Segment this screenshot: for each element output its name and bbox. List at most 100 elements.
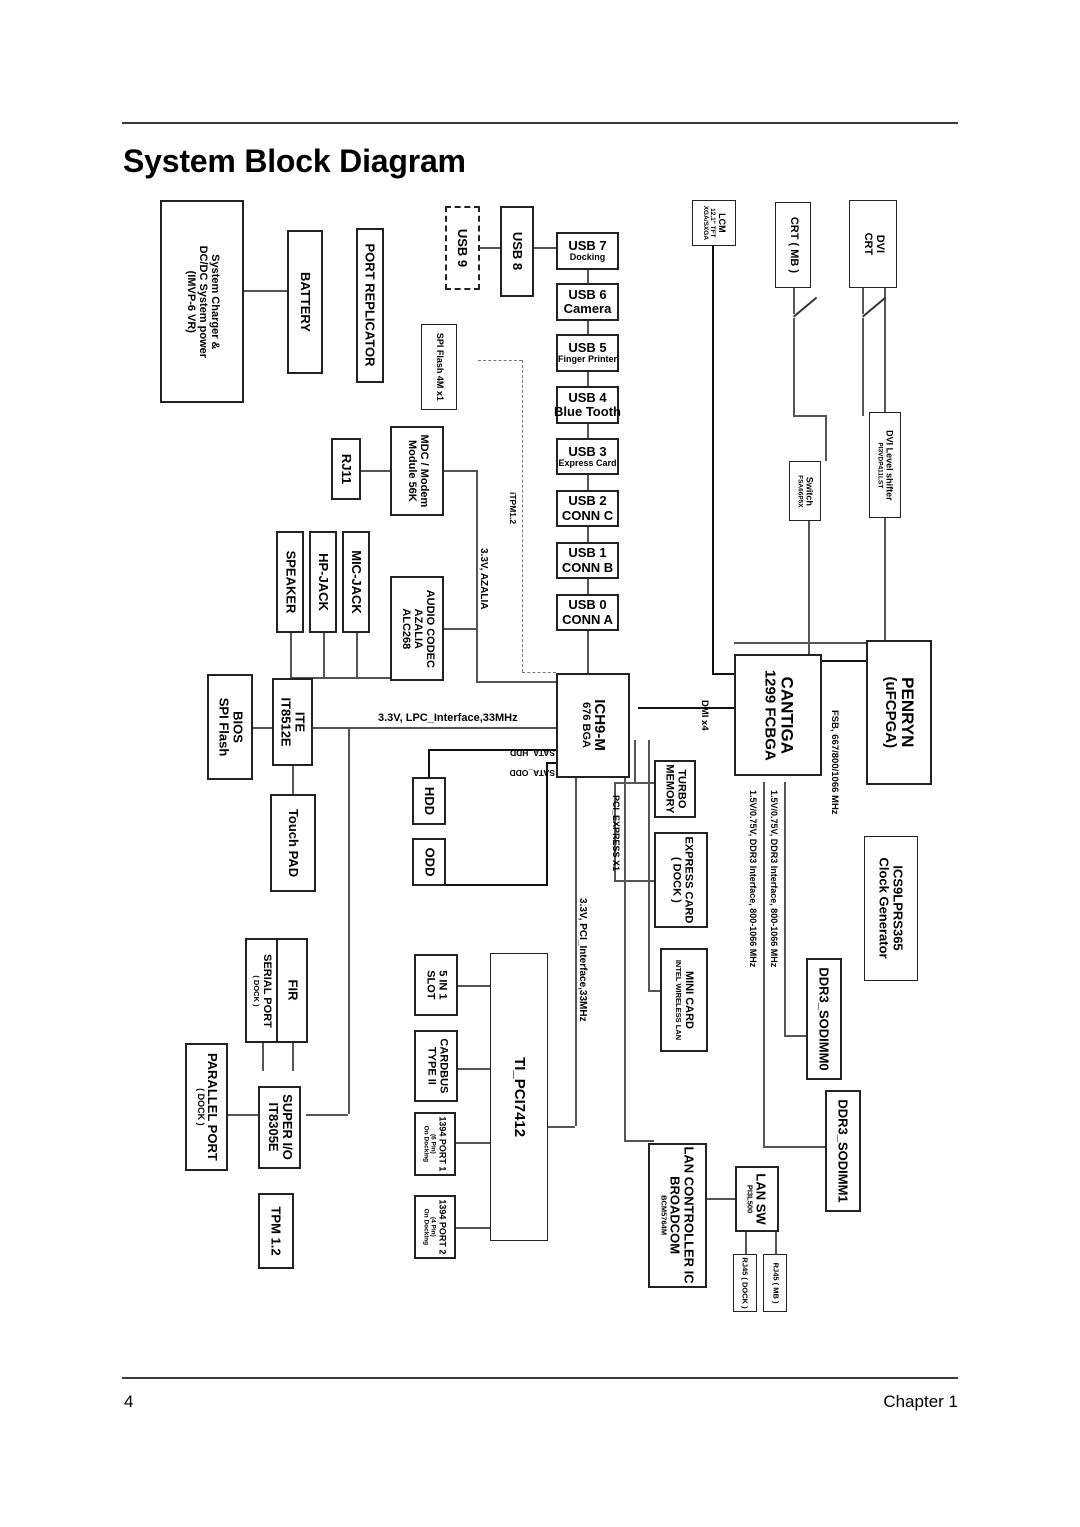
wire-itpm-to-ich <box>522 672 556 673</box>
block-usb2: USB 2 CONN C <box>556 490 619 527</box>
block-hp-jack: HP-JACK <box>309 531 337 633</box>
block-touch-pad: Touch PAD <box>270 794 316 892</box>
block-ddr3-sodimm0: DDR3_SODIMM0 <box>806 958 842 1080</box>
block-mdc-modem: MDC / Modem Module 56K <box>390 426 444 516</box>
cardbus-line2: TYPE II <box>425 1047 437 1085</box>
fw1-line3: On Docking <box>423 1125 431 1163</box>
mic-jack-label: MIC-JACK <box>349 550 365 614</box>
mdc-line2: Module 56K <box>406 440 419 502</box>
wire-ite-touchpad <box>292 766 294 794</box>
hdd-label: HDD <box>422 786 438 816</box>
wire-lcm-to-cantiga <box>712 673 734 675</box>
block-rj45-dock: RJ45 ( DOCK ) <box>733 1254 757 1312</box>
super-io-line1: SUPER I/O <box>279 1094 295 1161</box>
wire-pcie-lan <box>624 1140 654 1142</box>
system-charger-line3: (IMVP-6 VR) <box>185 270 198 333</box>
lan-ctrl-line3: BCM5764M <box>659 1195 669 1236</box>
block-clock-generator: ICS9LPRS365 Clock Generator <box>864 836 918 981</box>
wire-dvi-ls-v <box>884 288 886 412</box>
wire-ddr3-a-v <box>784 782 786 1035</box>
turbo-line1: TURBO <box>675 769 688 809</box>
bios-line2: SPI Flash <box>216 697 231 757</box>
wire-ich-pcie-drop <box>634 740 636 782</box>
block-ite-ec: ITE IT8512E <box>272 678 313 766</box>
usb9-label: USB 9 <box>455 228 471 268</box>
wire-dvi-to-cantiga <box>734 642 884 644</box>
usb5-line2: Finger Printer <box>558 354 618 365</box>
wire-spi-itpm-h <box>478 360 522 361</box>
usb2-line1: USB 2 <box>568 493 607 509</box>
parallel-port-line2: ( DOCK ) <box>195 1088 206 1126</box>
block-parallel-port: PARALLEL PORT ( DOCK ) <box>185 1043 228 1171</box>
mdc-line1: MDC / Modem <box>417 434 430 508</box>
serial-port-line1: SERIAL PORT <box>260 953 273 1028</box>
block-lan-controller: LAN CONTROLLER IC BROADCOM BCM5764M <box>648 1143 707 1288</box>
wire-label-fsb: FSB, 667/800/1066 MHz <box>829 710 840 815</box>
usb4-line2: Blue Tooth <box>554 404 621 419</box>
cantiga-line1: CANTIGA <box>777 676 797 754</box>
penryn-line2: (uFCPGA) <box>881 676 899 749</box>
block-cardbus: CARDBUS TYPE II <box>414 1030 458 1102</box>
block-usb8: USB 8 <box>500 206 534 297</box>
port-replicator-label: PORT REPLICATOR <box>363 243 379 368</box>
usb5-line1: USB 5 <box>568 340 607 356</box>
clock-gen-line2: Clock Generator <box>877 857 892 960</box>
block-usb0: USB 0 CONN A <box>556 594 619 631</box>
switch-leg-crt <box>793 296 817 318</box>
usb7-line2: Docking <box>569 252 606 263</box>
wire-ddr3-b-v <box>763 782 765 1146</box>
wire-label-pcie-x1: PCI_EXPRESS X1 <box>611 795 621 872</box>
block-system-charger: System Charger & DC/DC System power (IMV… <box>160 200 244 403</box>
block-ddr3-sodimm1: DDR3_SODIMM1 <box>825 1090 861 1212</box>
wire-pcie-minicard <box>648 990 660 992</box>
mini-card-line1: MINI CARD <box>682 970 695 1030</box>
lan-sw-line1: LAN SW <box>754 1173 770 1225</box>
clock-gen-line1: ICS9LPRS365 <box>891 865 907 952</box>
block-battery: BATTERY <box>287 230 323 374</box>
wire-fsb <box>822 660 866 662</box>
cardbus-line1: CARDBUS <box>436 1038 449 1094</box>
usb0-line1: USB 0 <box>568 597 607 613</box>
wire-sata-odd-v <box>546 762 548 886</box>
switch-line1: Switch <box>804 476 815 506</box>
system-charger-line1: System Charger & <box>208 253 221 350</box>
ti-pci7412-label: TI_PCI7412 <box>511 1056 529 1138</box>
odd-label: ODD <box>422 847 438 877</box>
wire-switch-join-v <box>825 415 827 461</box>
ite-line1: ITE <box>292 711 308 733</box>
super-io-line2: IT8305E <box>265 1102 281 1153</box>
battery-label: BATTERY <box>298 272 314 332</box>
lan-ctrl-line1: LAN CONTROLLER IC <box>681 1146 697 1285</box>
slot5in1-line2: SLOT <box>424 970 437 1000</box>
block-odd: ODD <box>412 838 446 886</box>
usb0-line2: CONN A <box>562 611 613 627</box>
wire-lansw-rj45mb <box>775 1232 777 1254</box>
block-speaker: SPEAKER <box>276 531 304 633</box>
ite-line2: IT8512E <box>278 697 294 747</box>
wire-dmi <box>638 707 734 709</box>
tpm-label: TPM 1.2 <box>269 1206 285 1256</box>
block-usb1: USB 1 CONN B <box>556 542 619 579</box>
block-usb4: USB 4 Blue Tooth <box>554 386 621 424</box>
usb4-line1: USB 4 <box>568 389 607 405</box>
fir-label: FIR <box>285 980 301 1001</box>
audio-codec-line2: AZALIA <box>411 608 424 649</box>
wire-dvi-ls-down <box>884 518 886 642</box>
system-block-diagram: 3.3V, LPC_Interface,33MHz 3.3V, AZALIA i… <box>0 0 1080 1527</box>
block-ich9m: ICH9-M 676 BGA <box>556 673 630 778</box>
block-lcm: LCM 12.1" TFT XGA/SXGA <box>692 200 736 246</box>
turbo-line2: MEMORY <box>664 764 676 814</box>
wire-rj11-mdc <box>361 470 390 472</box>
document-page: System Block Diagram 3.3V, LPC_Interface… <box>0 0 1080 1527</box>
wire-dvicrt-stub <box>862 288 864 314</box>
penryn-line1: PENRYN <box>898 677 918 748</box>
block-hdd: HDD <box>412 777 446 825</box>
hp-jack-label: HP-JACK <box>316 553 332 611</box>
block-express-card: EXPRESS CARD ( DOCK ) <box>654 832 708 928</box>
bios-line1: BIOS <box>230 711 246 743</box>
block-usb6: USB 6 Camera <box>556 283 619 321</box>
wire-crtmb-stub <box>793 288 795 314</box>
wire-parallel-superio <box>228 1114 258 1116</box>
cantiga-line2: 1299 FCBGA <box>760 669 778 761</box>
wire-usb8-usb7 <box>534 247 556 249</box>
